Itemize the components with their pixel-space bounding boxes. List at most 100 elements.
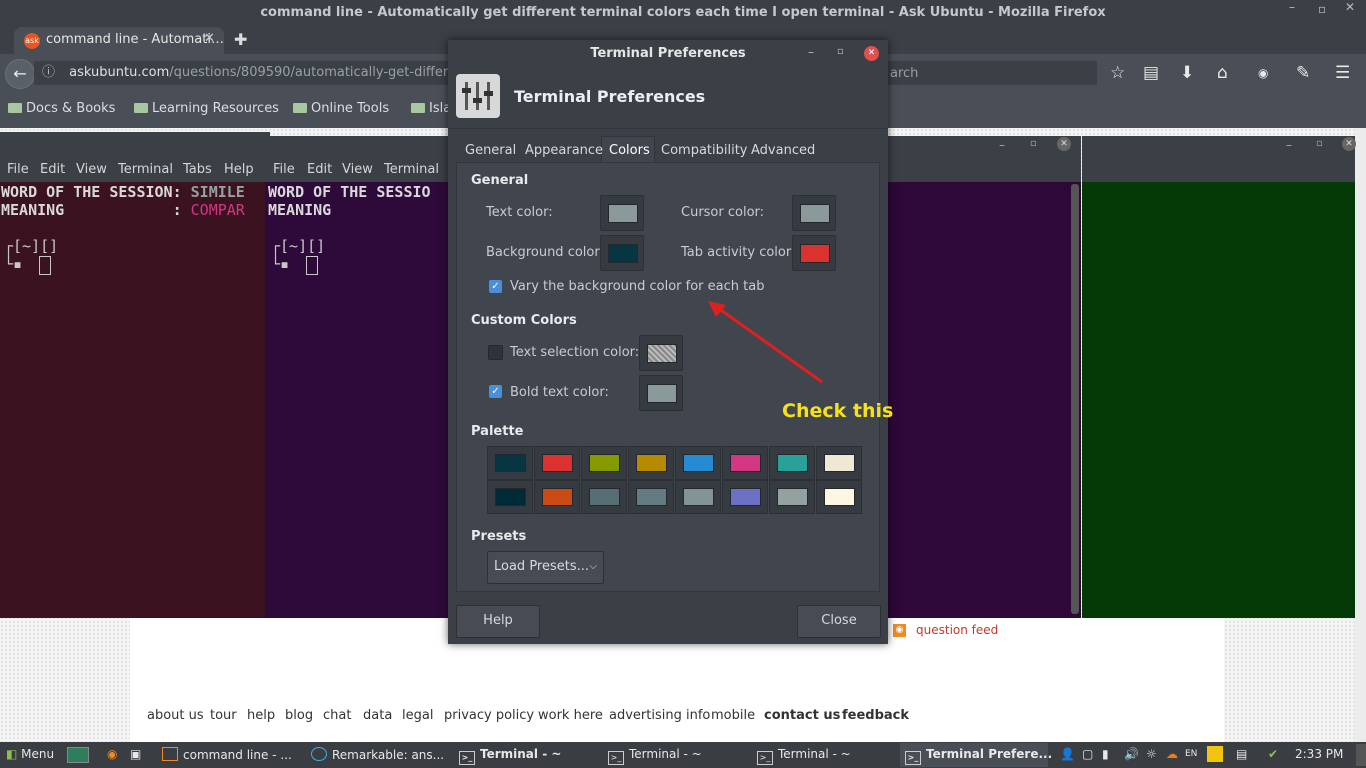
new-tab-icon[interactable]: ✚ [234,30,247,49]
browser-tab[interactable]: ask command line - Automati… ✕ [14,27,224,54]
volume-icon[interactable]: 🔊 [1124,747,1139,761]
star-icon[interactable]: ☆ [1110,63,1125,83]
bold-text-checkbox[interactable]: ✓ [489,385,502,398]
close-icon[interactable]: ✕ [864,46,879,61]
taskbar-item-terminal-preferences[interactable]: >_ Terminal Prefere... [905,747,1052,765]
menu-edit[interactable]: Edit [40,162,65,177]
terminal-scrollbar[interactable] [1071,184,1079,614]
clipboard-icon[interactable]: ▢ [1082,747,1093,761]
menu-view[interactable]: View [76,162,107,177]
footer-link-advertising-info[interactable]: advertising info [609,708,710,723]
palette-color-5[interactable] [675,446,721,480]
taskbar-item-remarkable[interactable]: Remarkable: ans... [311,747,444,762]
palette-color-1[interactable] [487,446,533,480]
menu-file[interactable]: File [273,162,295,177]
palette-color-7[interactable] [769,446,815,480]
maximize-icon[interactable]: ▫ [1318,2,1326,16]
palette-color-4[interactable] [628,446,674,480]
minimize-icon[interactable]: – [999,138,1005,152]
palette-color-16[interactable] [816,480,862,514]
palette-color-6[interactable] [722,446,768,480]
vary-background-checkbox[interactable]: ✓ [489,280,502,293]
palette-color-14[interactable] [722,480,768,514]
footer-link-about-us[interactable]: about us [147,708,204,723]
footer-link-help[interactable]: help [247,708,275,723]
footer-link-blog[interactable]: blog [285,708,313,723]
close-button[interactable]: Close [797,605,881,638]
palette-color-11[interactable] [581,480,627,514]
reading-list-icon[interactable]: ▤ [1143,63,1159,83]
taskbar-item-terminal-1[interactable]: >_ Terminal - ~ [459,747,561,765]
help-button[interactable]: Help [456,605,540,638]
text-selection-color-button[interactable] [639,335,683,371]
download-icon[interactable]: ⬇ [1180,63,1194,83]
palette-color-9[interactable] [487,480,533,514]
load-presets-dropdown[interactable]: Load Presets... ⌵ [487,551,604,584]
palette-color-12[interactable] [628,480,674,514]
bold-text-color-button[interactable] [639,375,683,411]
notes-icon[interactable] [1207,746,1223,762]
note-icon[interactable]: ✎ [1296,63,1310,83]
menu-file[interactable]: File [7,162,29,177]
tab-general[interactable]: General [465,143,516,158]
palette-color-10[interactable] [534,480,580,514]
weather-icon[interactable]: ☁ [1166,747,1178,761]
footer-link-feedback[interactable]: feedback [842,708,909,723]
keyboard-layout-icon[interactable]: EN [1185,749,1197,759]
files-launcher-icon[interactable]: ▣ [130,747,141,761]
maximize-icon[interactable]: ▫ [1030,138,1037,149]
footer-link-chat[interactable]: chat [323,708,351,723]
hamburger-menu-icon[interactable]: ☰ [1335,63,1350,83]
text-selection-checkbox[interactable] [488,345,503,360]
minimize-icon[interactable]: – [1289,0,1295,14]
start-menu-button[interactable]: ◧ Menu [6,747,54,761]
text-color-button[interactable] [600,195,644,231]
palette-color-3[interactable] [581,446,627,480]
footer-link-mobile[interactable]: mobile [711,708,755,723]
background-color-button[interactable] [600,235,644,271]
close-icon[interactable]: ✕ [1342,137,1356,151]
taskbar-item-terminal-2[interactable]: >_ Terminal - ~ [608,747,702,765]
minimize-icon[interactable]: – [1286,138,1292,152]
palette-color-2[interactable] [534,446,580,480]
footer-link-contact-us[interactable]: contact us [764,708,840,723]
menu-view[interactable]: View [342,162,373,177]
tab-appearance[interactable]: Appearance [525,143,603,158]
close-icon[interactable]: ✕ [1345,0,1355,14]
documents-icon[interactable]: ▤ [1236,747,1247,761]
minimize-icon[interactable]: – [808,45,814,59]
close-icon[interactable]: ✕ [1057,137,1071,151]
taskbar-item-firefox[interactable]: command line - ... [162,747,292,762]
taskbar-item-terminal-3[interactable]: >_ Terminal - ~ [757,747,851,765]
palette-color-15[interactable] [769,480,815,514]
tab-colors[interactable]: Colors [609,143,650,158]
menu-terminal[interactable]: Terminal [384,162,439,177]
palette-color-13[interactable] [675,480,721,514]
update-manager-icon[interactable]: ✔ [1268,747,1278,761]
maximize-icon[interactable]: ▫ [837,46,844,57]
question-feed-link[interactable]: question feed [916,623,998,637]
menu-help[interactable]: Help [224,162,254,177]
firefox-launcher-icon[interactable]: ◉ [107,747,117,761]
page-scrollbar[interactable] [1355,128,1366,742]
maximize-icon[interactable]: ▫ [1316,138,1323,149]
footer-link-tour[interactable]: tour [210,708,237,723]
menu-tabs[interactable]: Tabs [183,162,212,177]
cursor-color-button[interactable] [792,195,836,231]
bookmark-docs-books[interactable]: Docs & Books [8,101,115,116]
search-input[interactable]: arch [890,66,918,81]
network-icon[interactable]: ▮ [1102,747,1109,761]
palette-color-8[interactable] [816,446,862,480]
bookmark-online-tools[interactable]: Online Tools [293,101,389,116]
menu-edit[interactable]: Edit [307,162,332,177]
footer-link-legal[interactable]: legal [402,708,433,723]
bookmark-learning-resources[interactable]: Learning Resources [134,101,279,116]
back-button[interactable]: ← [5,59,35,89]
tab-close-icon[interactable]: ✕ [204,31,215,46]
footer-link-work-here[interactable]: work here [538,708,603,723]
ublock-icon[interactable]: ◉ [1258,66,1268,80]
home-icon[interactable]: ⌂ [1217,63,1228,83]
footer-link-privacy-policy[interactable]: privacy policy [444,708,534,723]
brightness-icon[interactable]: ☼ [1146,747,1157,761]
footer-link-data[interactable]: data [363,708,392,723]
